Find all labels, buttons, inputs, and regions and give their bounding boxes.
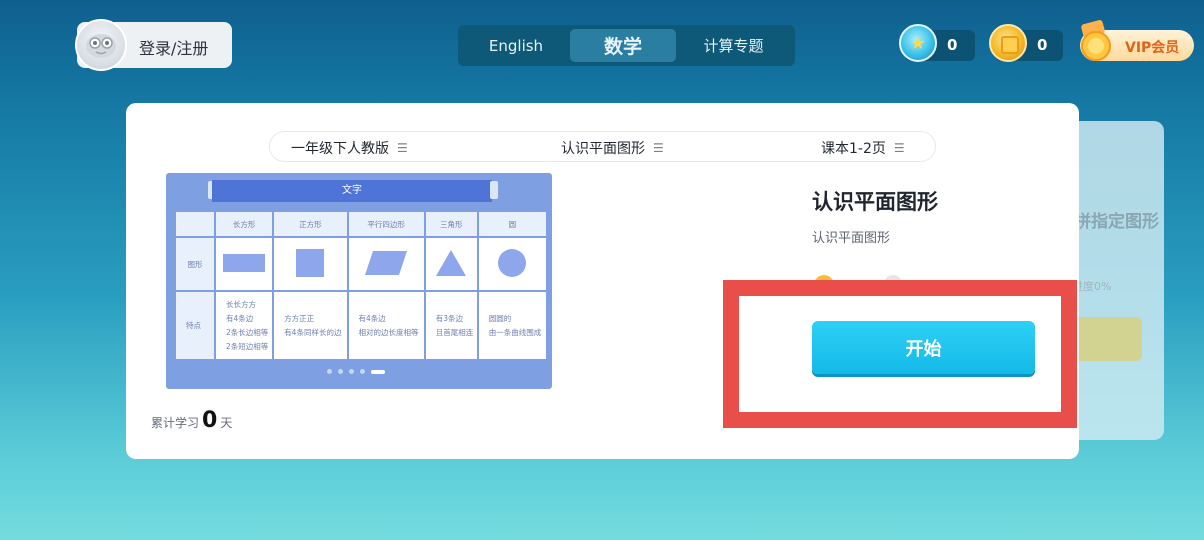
avatar-face-icon — [86, 34, 116, 58]
streak-days: 0 — [202, 408, 218, 433]
tab-math[interactable]: 数学 — [570, 29, 676, 62]
feature-line: 有4条边 — [358, 313, 386, 323]
lesson-preview[interactable]: 文字 长方形 正方形 平行四边形 三角形 圆 图形 特点 长长方方 有4条边 2… — [166, 173, 552, 389]
filter-bar: 一年级下人教版 ☰ 认识平面图形 ☰ 课本1-2页 ☰ — [269, 131, 936, 162]
grade-filter[interactable]: 一年级下人教版 ☰ — [291, 138, 408, 158]
tab-english[interactable]: English — [462, 29, 570, 62]
pin-right — [490, 181, 498, 199]
preview-banner: 文字 — [212, 180, 492, 202]
feature-cell: 有3条边 且首尾相连 — [425, 292, 477, 359]
streak-suffix: 天 — [220, 416, 233, 430]
feature-cell: 长长方方 有4条边 2条长边相等 2条短边相等 — [216, 292, 273, 359]
next-lesson-button[interactable] — [1072, 317, 1142, 361]
column-header: 三角形 — [425, 212, 477, 236]
login-label: 登录/注册 — [139, 39, 209, 58]
feature-line: 有4条同样长的边 — [284, 327, 342, 337]
tab-calculation[interactable]: 计算专题 — [676, 29, 791, 62]
avatar — [75, 19, 127, 71]
column-header: 平行四边形 — [348, 212, 424, 236]
feature-line: 2条长边相等 — [226, 327, 269, 337]
list-icon: ☰ — [893, 141, 905, 155]
feature-line: 方方正正 — [284, 313, 315, 323]
vip-coin-icon — [1081, 20, 1111, 61]
feature-line: 且首尾相连 — [435, 327, 474, 337]
feature-cell: 方方正正 有4条同样长的边 — [274, 292, 347, 359]
diamond-count: 0 — [947, 36, 958, 54]
carousel-dot-active[interactable] — [371, 369, 385, 374]
coin-count: 0 — [1037, 36, 1048, 54]
list-icon: ☰ — [653, 141, 664, 155]
column-header: 圆 — [478, 212, 546, 236]
lesson-title: 认识平面图形 — [812, 190, 938, 214]
triangle-shape — [425, 238, 477, 290]
feature-line: 有3条边 — [435, 313, 464, 323]
parallelogram-shape — [348, 238, 424, 290]
feature-line: 有4条边 — [226, 313, 254, 323]
pages-filter-label: 课本1-2页 — [821, 141, 886, 157]
unit-filter-label: 认识平面图形 — [561, 141, 645, 157]
next-lesson-title: 拼指定图形 — [1074, 212, 1159, 232]
grade-filter-label: 一年级下人教版 — [291, 141, 389, 157]
table-corner — [176, 212, 214, 236]
shape-table: 长方形 正方形 平行四边形 三角形 圆 图形 特点 长长方方 有4条边 2条长边 — [174, 210, 548, 361]
square-shape — [274, 238, 347, 290]
row-label: 特点 — [176, 292, 214, 359]
star-gem-icon: ★ — [899, 24, 937, 62]
login-button[interactable]: 登录/注册 — [75, 19, 232, 71]
vip-label: VIP会员 — [1125, 40, 1180, 56]
carousel-dot[interactable] — [338, 369, 343, 374]
study-streak: 累计学习 0 天 — [151, 408, 232, 433]
vip-button[interactable]: VIP会员 — [1080, 20, 1194, 61]
pages-filter[interactable]: 课本1-2页 ☰ — [821, 138, 905, 158]
column-header: 正方形 — [274, 212, 347, 236]
subject-tabs: English 数学 计算专题 — [458, 25, 795, 66]
unit-filter[interactable]: 认识平面图形 ☰ — [561, 138, 664, 158]
feature-line: 圆圆的 — [488, 313, 512, 323]
carousel-dots[interactable] — [327, 369, 385, 374]
carousel-dot[interactable] — [327, 369, 332, 374]
feature-line: 长长方方 — [226, 299, 256, 309]
highlight-box — [723, 280, 1077, 428]
coin-icon — [989, 24, 1027, 62]
rectangle-shape — [216, 238, 273, 290]
streak-prefix: 累计学习 — [151, 416, 200, 430]
feature-line: 2条短边相等 — [226, 341, 269, 351]
column-header: 长方形 — [216, 212, 273, 236]
feature-cell: 圆圆的 由一条曲线围成 — [478, 292, 546, 359]
list-icon: ☰ — [397, 141, 408, 155]
circle-shape — [478, 238, 546, 290]
feature-line: 由一条曲线围成 — [488, 327, 542, 337]
diamond-counter[interactable]: ★ 0 — [899, 24, 975, 62]
coin-counter[interactable]: 0 — [989, 24, 1063, 62]
carousel-dot[interactable] — [349, 369, 354, 374]
lesson-subtitle: 认识平面图形 — [812, 231, 891, 246]
row-label: 图形 — [176, 238, 214, 290]
feature-line: 相对的边长度相等 — [358, 327, 419, 337]
feature-cell: 有4条边 相对的边长度相等 — [348, 292, 424, 359]
carousel-dot[interactable] — [360, 369, 365, 374]
